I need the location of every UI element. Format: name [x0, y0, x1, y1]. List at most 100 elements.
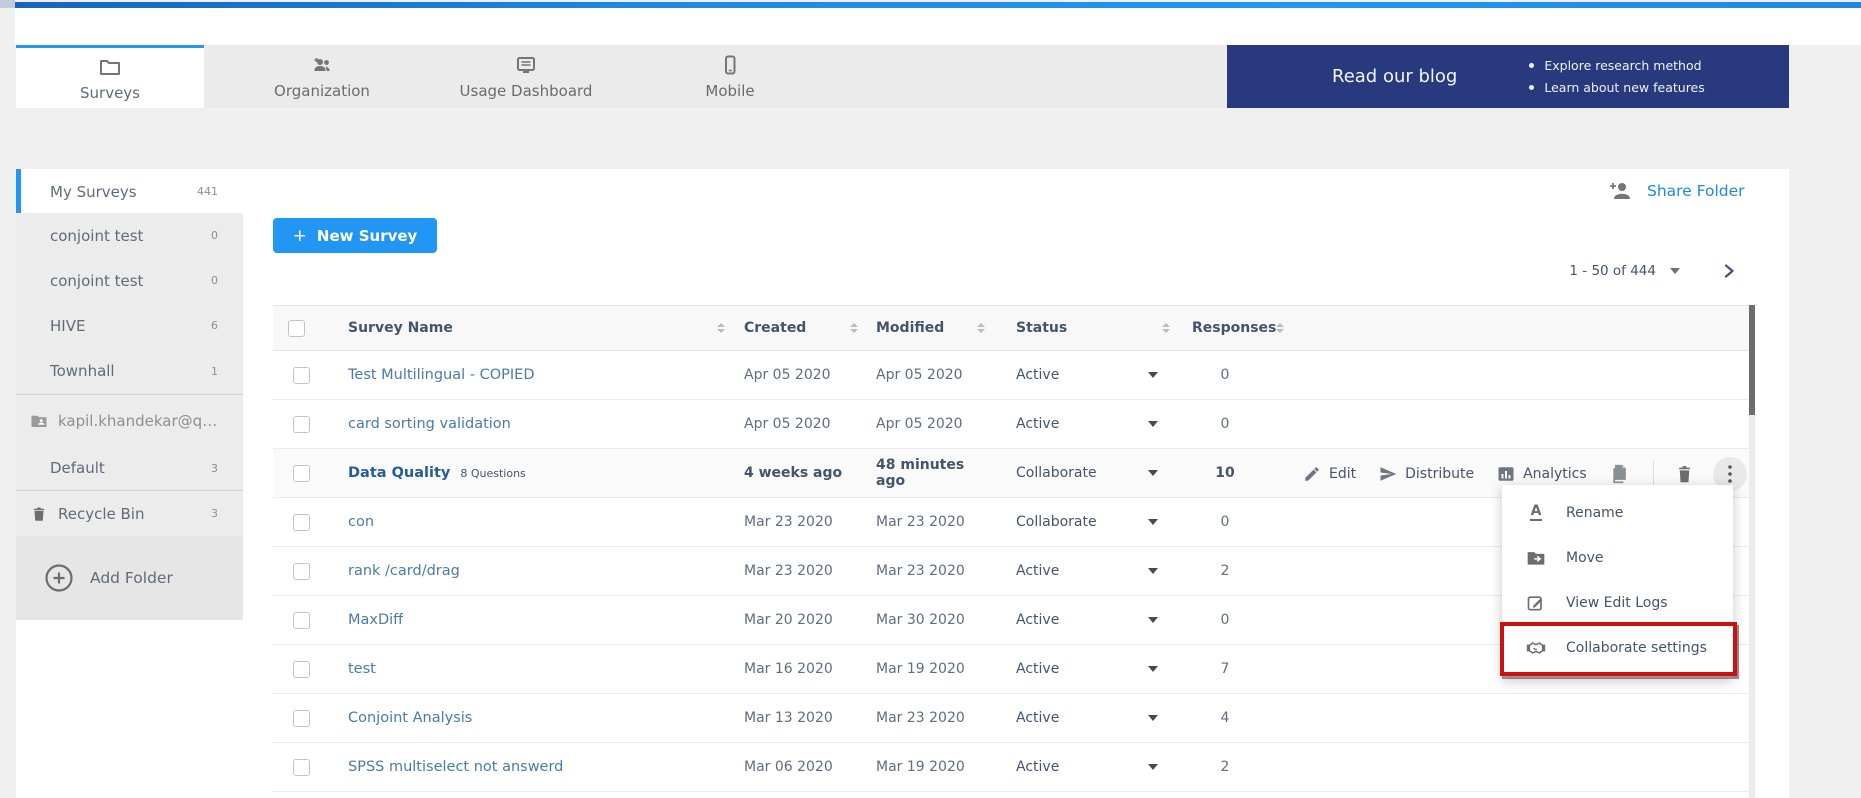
primary-tabbar: Surveys Organization Usage Dashboard Mob… — [16, 45, 1789, 108]
col-header-modified[interactable]: Modified — [868, 320, 995, 336]
folder-label: conjoint test — [50, 227, 203, 245]
pagination: 1 - 50 of 444 — [1376, 263, 1736, 279]
created-cell: Mar 16 2020 — [735, 661, 868, 677]
status-value: Active — [1016, 710, 1059, 726]
menu-item-collaborate-settings[interactable]: Collaborate settings — [1502, 625, 1733, 670]
table-row[interactable]: Test Multilingual - COPIED Apr 05 2020 A… — [273, 351, 1755, 400]
survey-name-link[interactable]: card sorting validation — [348, 416, 511, 432]
add-folder-button[interactable]: Add Folder — [16, 536, 243, 620]
tab-mobile[interactable]: Mobile — [624, 45, 836, 108]
responses-cell: 4 — [1180, 710, 1270, 726]
sort-icon[interactable] — [717, 323, 725, 333]
created-cell: Apr 05 2020 — [735, 416, 868, 432]
col-header-created[interactable]: Created — [735, 320, 868, 336]
menu-item-label: Move — [1566, 550, 1604, 566]
edit-button[interactable]: Edit — [1303, 465, 1356, 483]
next-page-chevron-icon[interactable] — [1722, 264, 1736, 278]
analytics-button[interactable]: Analytics — [1497, 465, 1587, 483]
sidebar-item-conjoint-test-2[interactable]: conjoint test0 — [16, 258, 243, 303]
row-checkbox[interactable] — [293, 514, 310, 531]
table-row[interactable]: Conjoint Analysis Mar 13 2020 Mar 23 202… — [273, 694, 1755, 743]
sidebar-item-my-surveys[interactable]: My Surveys441 — [16, 169, 243, 214]
sidebar-item-default[interactable]: Default3 — [16, 446, 243, 490]
status-dropdown-caret[interactable] — [1148, 421, 1158, 427]
row-checkbox[interactable] — [293, 612, 310, 629]
menu-item-view-edit-logs[interactable]: View Edit Logs — [1502, 580, 1733, 625]
sort-icon[interactable] — [1276, 323, 1284, 333]
row-checkbox[interactable] — [293, 367, 310, 384]
survey-name-link[interactable]: test — [348, 661, 376, 677]
col-header-survey-name[interactable]: Survey Name — [330, 320, 735, 336]
modified-cell: Apr 05 2020 — [868, 367, 995, 383]
folder-label: HIVE — [50, 317, 203, 335]
status-dropdown-caret[interactable] — [1148, 568, 1158, 574]
sidebar-item-hive[interactable]: HIVE6 — [16, 303, 243, 348]
survey-name-link[interactable]: rank /card/drag — [348, 563, 460, 579]
tab-label: Organization — [274, 82, 370, 100]
dashboard-card-icon — [514, 53, 538, 77]
sidebar-item-townhall[interactable]: Townhall1 — [16, 348, 243, 394]
status-dropdown-caret[interactable] — [1148, 372, 1158, 378]
row-checkbox[interactable] — [293, 710, 310, 727]
status-dropdown-caret[interactable] — [1148, 519, 1158, 525]
sort-icon[interactable] — [977, 323, 985, 333]
table-header-row: Survey Name Created Modified Status Resp… — [273, 305, 1755, 351]
sidebar-item-conjoint-test-1[interactable]: conjoint test0 — [16, 213, 243, 258]
survey-name-link[interactable]: Conjoint Analysis — [348, 710, 472, 726]
page-size-caret-icon[interactable] — [1670, 268, 1680, 274]
blog-banner[interactable]: Read our blog Explore research method Le… — [1227, 45, 1789, 108]
col-header-status[interactable]: Status — [995, 320, 1180, 336]
menu-item-move[interactable]: Move — [1502, 535, 1733, 580]
blog-banner-title[interactable]: Read our blog — [1332, 66, 1457, 87]
tab-label: Surveys — [80, 84, 140, 102]
status-dropdown-caret[interactable] — [1148, 617, 1158, 623]
folder-count: 1 — [211, 365, 218, 378]
menu-item-rename[interactable]: A Rename — [1502, 490, 1733, 535]
tab-surveys[interactable]: Surveys — [16, 45, 204, 108]
survey-name-link[interactable]: Test Multilingual - COPIED — [348, 367, 535, 383]
modified-cell: Apr 05 2020 — [868, 416, 995, 432]
survey-name-link[interactable]: MaxDiff — [348, 612, 403, 628]
sidebar-item-recycle-bin[interactable]: Recycle Bin 3 — [16, 491, 243, 536]
bar-chart-icon — [1497, 465, 1515, 483]
distribute-button[interactable]: Distribute — [1379, 465, 1474, 483]
share-folder-button[interactable]: Share Folder — [1608, 180, 1745, 202]
col-header-responses[interactable]: Responses — [1180, 320, 1270, 336]
row-checkbox[interactable] — [293, 759, 310, 776]
sort-icon[interactable] — [850, 323, 858, 333]
tab-usage-dashboard[interactable]: Usage Dashboard — [428, 45, 624, 108]
delete-survey-button[interactable] — [1675, 463, 1694, 484]
status-dropdown-caret[interactable] — [1148, 666, 1158, 672]
status-value: Active — [1016, 661, 1059, 677]
tab-organization[interactable]: Organization — [216, 45, 428, 108]
sidebar-item-shared-folder[interactable]: kapil.khandekar@que… — [16, 395, 243, 446]
pagination-range[interactable]: 1 - 50 of 444 — [1569, 263, 1656, 279]
table-row[interactable]: card sorting validation Apr 05 2020 Apr … — [273, 400, 1755, 449]
new-survey-button[interactable]: + New Survey — [273, 218, 437, 253]
folder-count: 3 — [211, 507, 218, 520]
row-checkbox[interactable] — [293, 661, 310, 678]
survey-name-link[interactable]: Data Quality — [348, 465, 450, 481]
copy-survey-button[interactable] — [1610, 463, 1630, 485]
table-row[interactable]: SPSS multiselect not answerd Mar 06 2020… — [273, 743, 1755, 792]
survey-name-link[interactable]: con — [348, 514, 374, 530]
responses-cell: 10 — [1180, 465, 1270, 481]
shared-folder-icon — [30, 412, 48, 430]
survey-name-link[interactable]: SPSS multiselect not answerd — [348, 759, 563, 775]
status-dropdown-caret[interactable] — [1148, 715, 1158, 721]
select-all-checkbox[interactable] — [288, 320, 305, 337]
menu-item-label: Rename — [1566, 505, 1623, 521]
status-value: Active — [1016, 367, 1059, 383]
row-checkbox[interactable] — [293, 563, 310, 580]
banner-bullet-text: Explore research method — [1544, 58, 1701, 73]
created-cell: Mar 06 2020 — [735, 759, 868, 775]
status-dropdown-caret[interactable] — [1148, 470, 1158, 476]
row-checkbox[interactable] — [293, 465, 310, 482]
vertical-scrollbar[interactable] — [1749, 305, 1755, 798]
row-checkbox[interactable] — [293, 416, 310, 433]
row-context-menu: A Rename Move View Edit Logs Collaborate… — [1502, 485, 1733, 678]
status-dropdown-caret[interactable] — [1148, 764, 1158, 770]
responses-cell: 0 — [1180, 612, 1270, 628]
scrollbar-thumb[interactable] — [1749, 305, 1755, 415]
sort-icon[interactable] — [1162, 323, 1170, 333]
